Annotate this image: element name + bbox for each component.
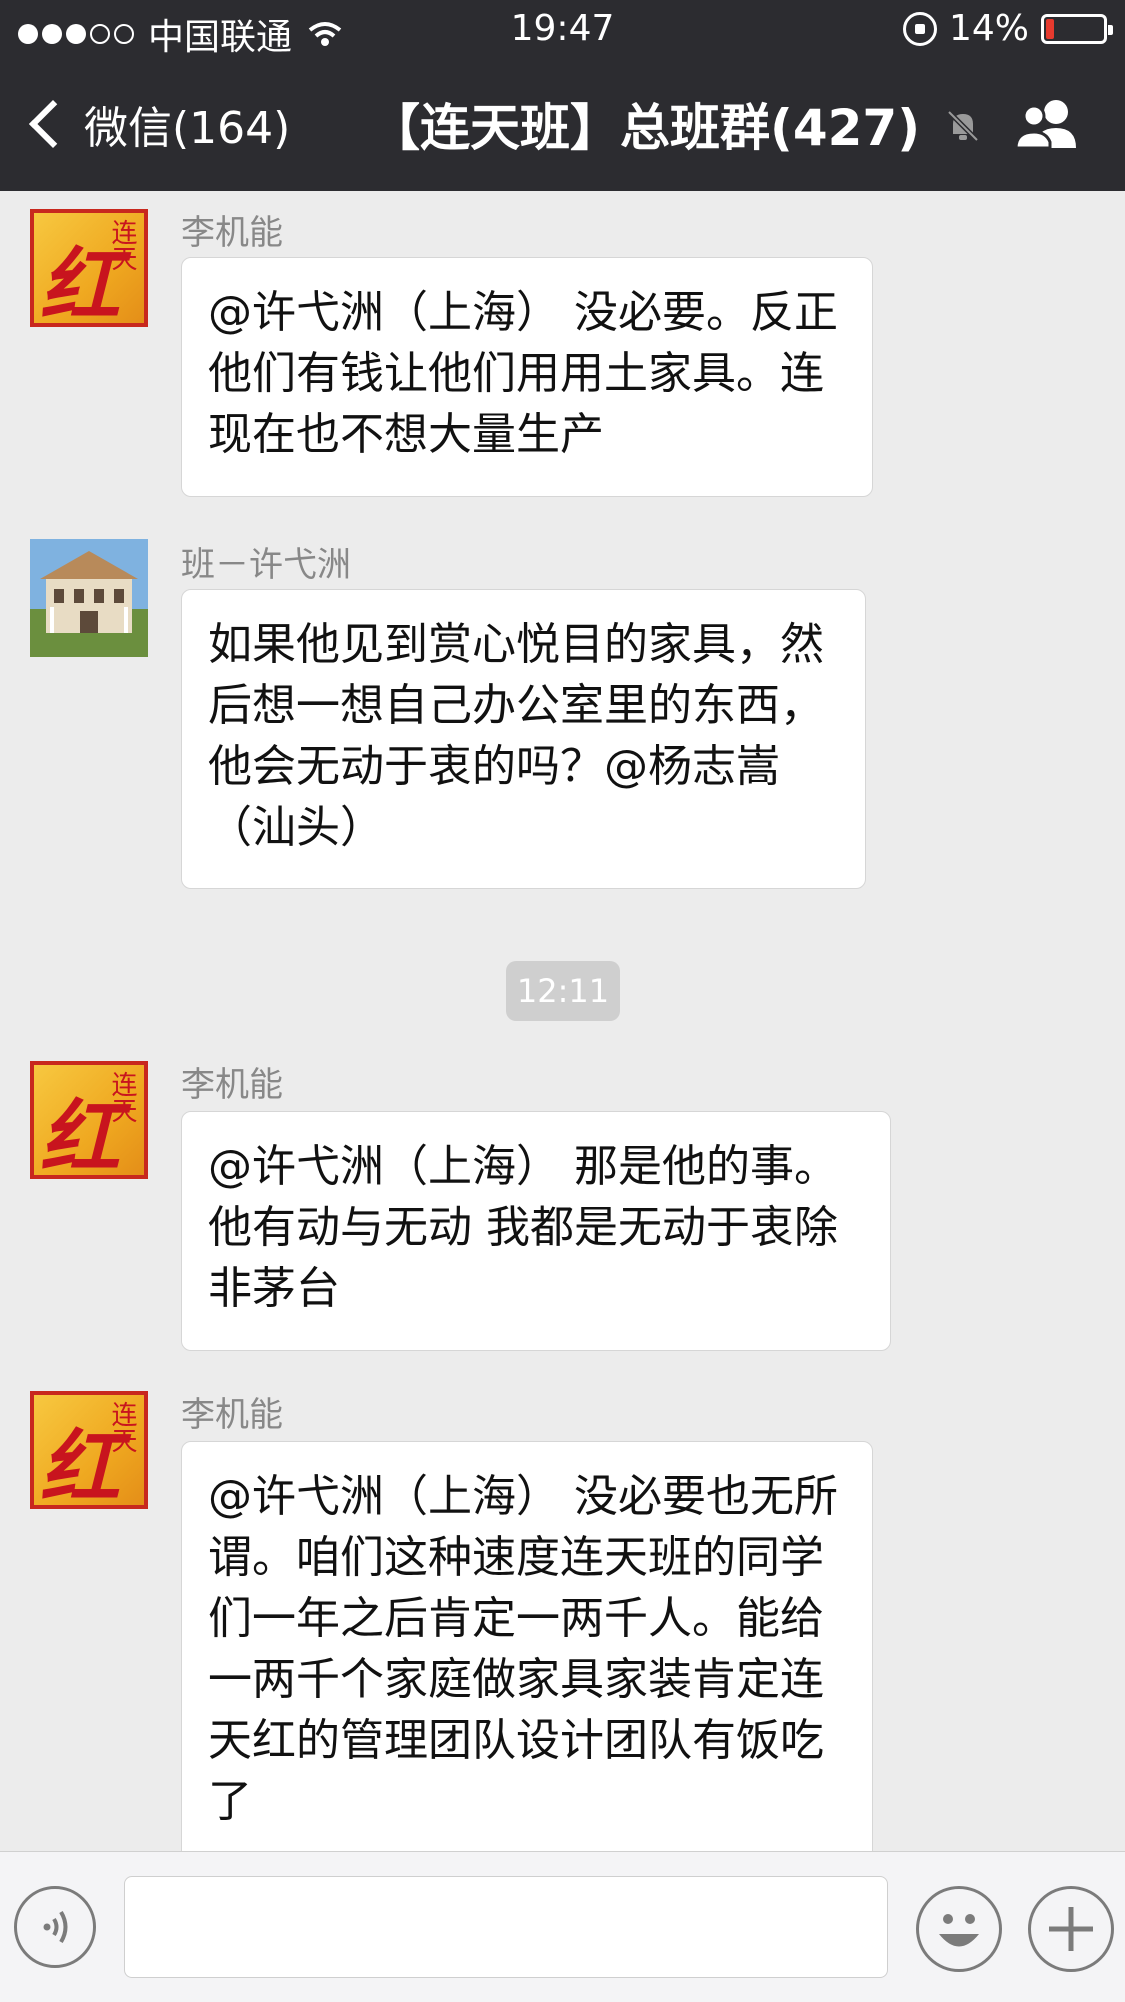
rotation-lock-icon bbox=[902, 11, 937, 46]
message-bubble[interactable]: 如果他见到赏心悦目的家具，然后想一想自己办公室里的东西，他会无动于衷的吗？@杨志… bbox=[181, 589, 866, 889]
house-photo-icon bbox=[30, 539, 148, 657]
calligraphy-mark: 连天 bbox=[107, 1401, 137, 1453]
voice-icon bbox=[43, 1910, 68, 1944]
sender-avatar[interactable] bbox=[30, 539, 148, 657]
calligraphy-mark: 连天 bbox=[107, 1071, 137, 1123]
sender-avatar[interactable]: 红 连天 bbox=[30, 1061, 148, 1179]
status-bar: 中国联通 19:47 14% bbox=[0, 0, 1125, 58]
status-right: 14% bbox=[902, 8, 1113, 49]
mute-bell-icon bbox=[947, 110, 979, 142]
battery-percent: 14% bbox=[948, 8, 1029, 49]
battery-cap bbox=[1108, 24, 1113, 35]
sender-avatar[interactable]: 红 连天 bbox=[30, 1391, 148, 1509]
message-bubble[interactable]: @许弋洲（上海） 没必要也无所谓。咱们这种速度连天班的同学们一年之后肯定一两千人… bbox=[181, 1441, 873, 1851]
calligraphy-mark: 连天 bbox=[107, 219, 137, 271]
back-button[interactable]: 微信(164) bbox=[26, 92, 290, 156]
chat-message-list[interactable]: 红 连天 李机能 @许弋洲（上海） 没必要。反正他们有钱让他们用用土家具。连现在… bbox=[0, 191, 1125, 1851]
timestamp-divider: 12:11 bbox=[506, 961, 620, 1021]
sender-avatar[interactable]: 红 连天 bbox=[30, 209, 148, 327]
nav-bar: 微信(164) 【连天班】总班群(427) bbox=[0, 58, 1125, 191]
plus-icon bbox=[1049, 1907, 1093, 1951]
voice-button[interactable] bbox=[14, 1886, 96, 1968]
back-label: 微信(164) bbox=[84, 103, 291, 154]
sender-name: 李机能 bbox=[181, 213, 283, 253]
group-members-icon[interactable] bbox=[1012, 96, 1084, 152]
back-chevron-icon bbox=[28, 99, 78, 149]
input-bar bbox=[0, 1851, 1125, 2002]
sender-name: 李机能 bbox=[181, 1395, 283, 1435]
message-input[interactable] bbox=[124, 1876, 888, 1978]
more-button[interactable] bbox=[1028, 1886, 1114, 1972]
battery-level bbox=[1046, 18, 1054, 39]
sender-name: 班－许弋洲 bbox=[181, 545, 351, 585]
chat-title: 【连天班】总班群(427) bbox=[370, 99, 921, 157]
message-bubble[interactable]: @许弋洲（上海） 没必要。反正他们有钱让他们用用土家具。连现在也不想大量生产 bbox=[181, 257, 873, 497]
battery-icon bbox=[1041, 13, 1113, 44]
sender-name: 李机能 bbox=[181, 1065, 283, 1105]
message-bubble[interactable]: @许弋洲（上海） 那是他的事。他有动与无动 我都是无动于衷除非茅台 bbox=[181, 1111, 891, 1351]
emoji-icon bbox=[939, 1914, 979, 1947]
emoji-button[interactable] bbox=[916, 1886, 1002, 1972]
